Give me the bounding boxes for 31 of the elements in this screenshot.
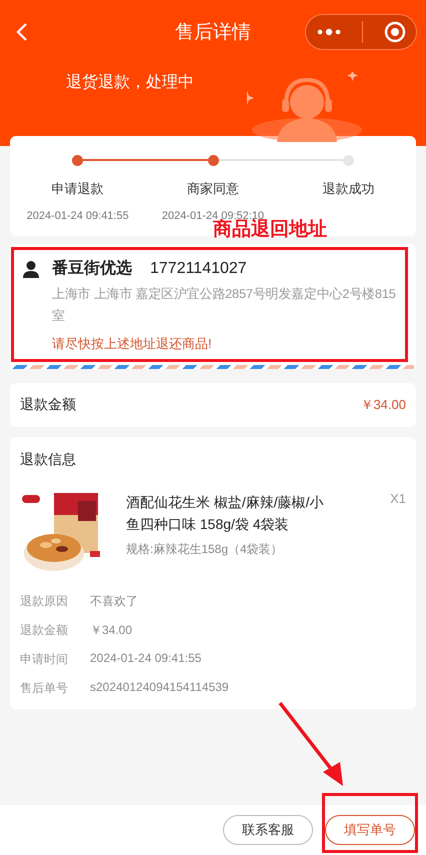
info-label: 退款原因 (20, 593, 69, 610)
step-label: 申请退款 (52, 180, 104, 198)
back-icon[interactable] (16, 22, 28, 42)
contact-phone: 17721141027 (150, 260, 247, 278)
footer-button[interactable]: 联系客服 (223, 815, 313, 845)
info-value: 不喜欢了 (90, 593, 138, 610)
footer-button[interactable]: 填写单号 (325, 815, 415, 845)
info-value: s20240124094154114539 (90, 680, 229, 696)
info-value: ￥34.00 (90, 622, 132, 639)
product-title: 酒配仙花生米 椒盐/麻辣/藤椒/小鱼四种口味 158g/袋 4袋装 (126, 493, 325, 534)
person-icon (22, 260, 40, 278)
info-label: 申请时间 (20, 651, 69, 668)
info-label: 售后单号 (20, 680, 69, 697)
step-time: 2024-01-24 09:41:55 (26, 210, 129, 222)
info-value: 2024-01-24 09:41:55 (90, 651, 202, 667)
more-icon[interactable] (316, 28, 340, 36)
product-quantity: X1 (390, 491, 406, 506)
section-title: 退款信息 (20, 451, 77, 469)
capsule-menu[interactable] (305, 14, 417, 50)
info-label: 退款金额 (20, 622, 69, 639)
amount-value: ￥34.00 (360, 396, 406, 414)
address-text: 上海市 上海市 嘉定区沪宜公路2857号明发嘉定中心2号楼815室 (52, 285, 397, 325)
product-spec: 规格:麻辣花生158g（4袋装） (126, 541, 284, 558)
step-label: 退款成功 (322, 180, 374, 198)
page-title: 售后详情 (174, 21, 252, 45)
amount-label: 退款金额 (20, 396, 76, 414)
notice-text: 请尽快按上述地址退还商品! (52, 335, 213, 353)
status-text: 退货退款，处理中 (66, 72, 194, 93)
step-label: 商家同意 (186, 180, 239, 198)
contact-name: 番豆街优选 (52, 258, 132, 279)
close-icon[interactable] (384, 21, 406, 43)
